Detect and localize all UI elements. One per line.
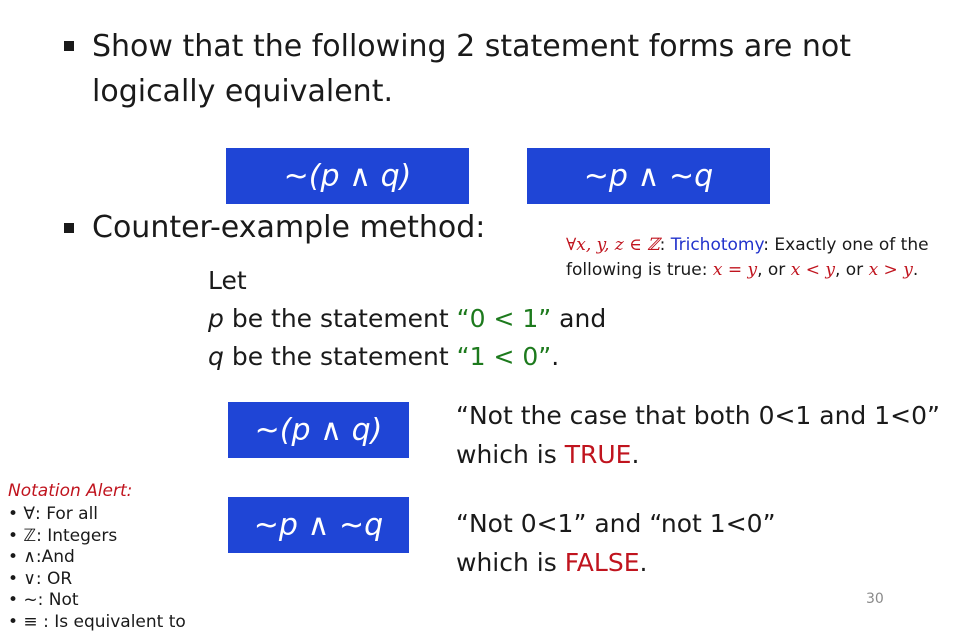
let-q-quote: “1 < 0” [457, 342, 552, 371]
example1-prefix: which is [456, 440, 565, 469]
notation-title: Notation Alert: [8, 481, 132, 502]
let-q-line: q be the statement “1 < 0”. [208, 338, 559, 376]
example1-value: TRUE [565, 440, 632, 469]
notation-item: • ∧:And [8, 547, 186, 569]
trichotomy-or1: , or [757, 260, 785, 280]
example1-box: ~(p ∧ q) [228, 402, 409, 458]
form-box-left: ~(p ∧ q) [226, 148, 469, 204]
example1-end: . [631, 440, 639, 469]
trichotomy-end: . [913, 260, 918, 280]
let-p-end: and [551, 304, 606, 333]
let-p-text: be the statement [224, 304, 457, 333]
page-number: 30 [866, 591, 884, 607]
example1-line2: which is TRUE. [456, 436, 639, 474]
notation-item: • ∨: OR [8, 569, 186, 591]
example2-value: FALSE [565, 548, 640, 577]
trichotomy-prefix: following is true: [566, 260, 707, 280]
method-label: Counter-example method: [92, 207, 485, 249]
notation-list: • ∀: For all • ℤ: Integers • ∧:And • ∨: … [8, 504, 186, 633]
trichotomy-colon: : [660, 235, 666, 255]
trichotomy-desc: : Exactly one of the [763, 235, 928, 255]
trichotomy-line1: ∀x, y, z ∈ ℤ: Trichotomy: Exactly one of… [566, 233, 929, 258]
trichotomy-quantifier: ∀x, y, z ∈ ℤ [566, 235, 660, 255]
trichotomy-eq3: x > y [869, 260, 913, 280]
example2-line2: which is FALSE. [456, 544, 647, 582]
let-q-text: be the statement [224, 342, 457, 371]
let-p-var: p [208, 304, 224, 333]
let-q-var: q [208, 342, 224, 371]
trichotomy-name: Trichotomy [671, 235, 764, 255]
trichotomy-line2: following is true: x = y, or x < y, or x… [566, 258, 918, 283]
heading-line1: Show that the following 2 statement form… [92, 26, 851, 68]
let-word: Let [208, 262, 247, 300]
form-box-right: ~p ∧ ~q [527, 148, 770, 204]
example2-box: ~p ∧ ~q [228, 497, 409, 553]
example2-line1: “Not 0<1” and “not 1<0” [456, 505, 776, 543]
example2-prefix: which is [456, 548, 565, 577]
notation-item: • ∀: For all [8, 504, 186, 526]
trichotomy-or2: , or [835, 260, 863, 280]
example2-end: . [639, 548, 647, 577]
example1-line1: “Not the case that both 0<1 and 1<0” [456, 397, 940, 435]
trichotomy-eq1: x = y [713, 260, 757, 280]
heading-line2: logically equivalent. [92, 71, 393, 113]
method-bullet [64, 223, 74, 233]
notation-item: • ℤ: Integers [8, 526, 186, 548]
let-q-end: . [551, 342, 559, 371]
let-p-quote: “0 < 1” [457, 304, 552, 333]
heading-bullet [64, 41, 74, 51]
notation-item: • ~: Not [8, 590, 186, 612]
let-p-line: p be the statement “0 < 1” and [208, 300, 606, 338]
trichotomy-eq2: x < y [791, 260, 835, 280]
notation-item: • ≡ : Is equivalent to [8, 612, 186, 633]
